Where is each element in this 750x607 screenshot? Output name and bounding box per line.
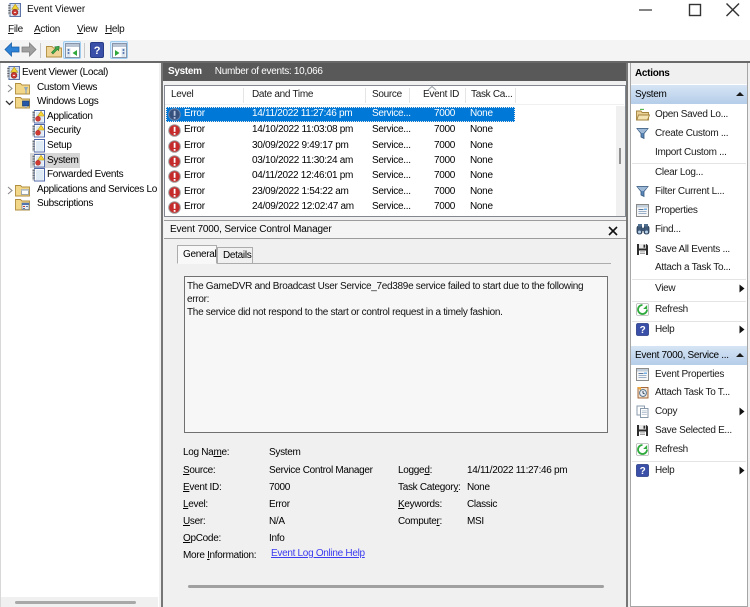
svg-text:?: ? (640, 466, 646, 477)
svg-text:?: ? (640, 325, 646, 336)
svg-text:?: ? (94, 45, 101, 57)
